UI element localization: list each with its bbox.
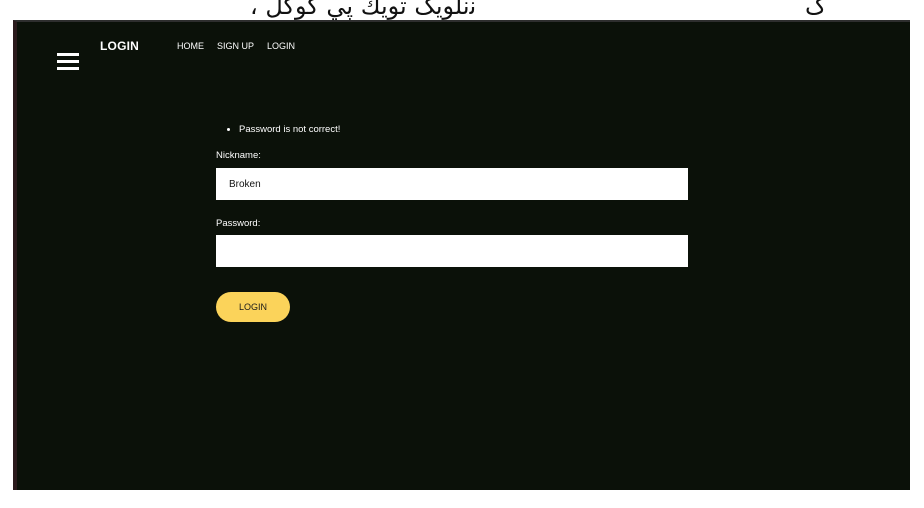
cropped-decorative-glyphs: ، ﻧﻧﻠﻮﻳﮓ ﺗﻮﻳﻚ ﭘﻲ ﮔﻮﮔﻞ xyxy=(250,0,477,20)
error-message: Password is not correct! xyxy=(239,124,340,135)
cropped-top-strip: ، ﻧﻧﻠﻮﻳﮓ ﺗﻮﻳﻚ ﭘﻲ ﮔﻮﮔﻞ ک xyxy=(0,0,924,20)
nickname-input[interactable] xyxy=(216,168,688,200)
hamburger-menu-icon[interactable] xyxy=(57,52,79,72)
brand-title: LOGIN xyxy=(100,39,139,53)
nav-login[interactable]: LOGIN xyxy=(267,41,295,51)
password-label: Password: xyxy=(216,218,261,229)
nav-signup[interactable]: SIGN UP xyxy=(217,41,254,51)
nav-home[interactable]: HOME xyxy=(177,41,204,51)
error-list: Password is not correct! xyxy=(225,124,340,135)
password-input[interactable] xyxy=(216,235,688,267)
main-nav: HOME SIGN UP LOGIN xyxy=(177,41,308,51)
nickname-label: Nickname: xyxy=(216,150,261,161)
screenshot-frame: ، ﻧﻧﻠﻮﻳﮓ ﺗﻮﻳﻚ ﭘﻲ ﮔﻮﮔﻞ ک LOGIN HOME SIGN … xyxy=(0,0,924,508)
login-button[interactable]: LOGIN xyxy=(216,292,290,322)
cropped-decorative-glyph-right: ک xyxy=(805,0,827,20)
app-window: LOGIN HOME SIGN UP LOGIN Password is not… xyxy=(13,20,910,490)
